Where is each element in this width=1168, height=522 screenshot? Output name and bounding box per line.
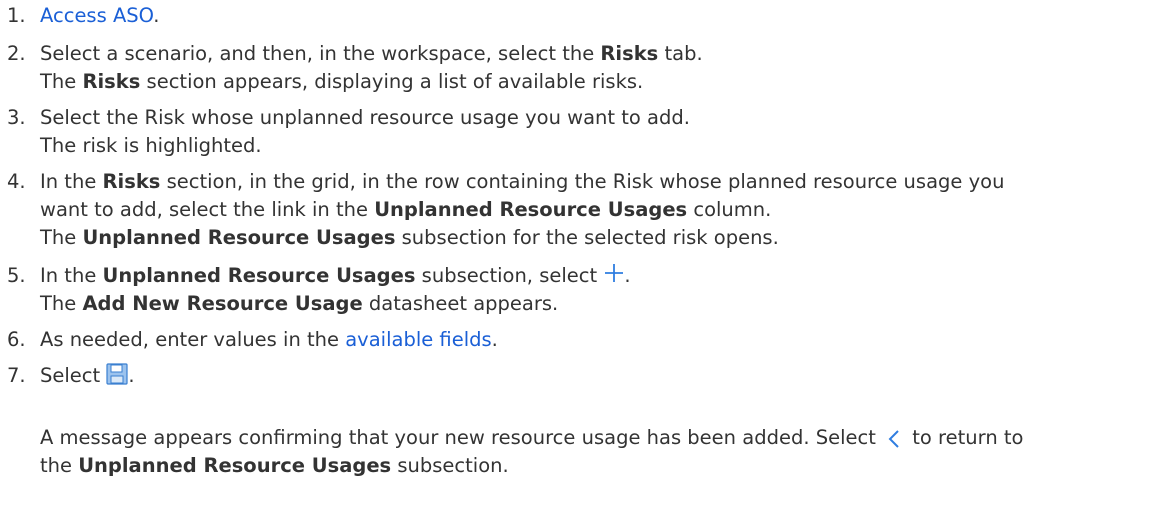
plus-icon	[604, 263, 624, 283]
step-result: The Unplanned Resource Usages subsection…	[40, 226, 779, 249]
access-aso-link[interactable]: Access ASO	[40, 4, 153, 27]
step-result: The risk is highlighted.	[40, 134, 262, 157]
step-number: 2.	[7, 42, 26, 65]
step-result: A message appears confirming that your n…	[40, 426, 1024, 449]
step-text: want to add, select the link in the Unpl…	[40, 198, 772, 221]
step-text: Select the Risk whose unplanned resource…	[40, 106, 690, 129]
step-text: In the Unplanned Resource Usages subsect…	[40, 263, 631, 287]
step-number: 1.	[7, 4, 26, 27]
chevron-left-icon	[886, 429, 902, 449]
step-text: Select .	[40, 362, 135, 387]
step-number: 6.	[7, 328, 26, 351]
save-icon	[106, 362, 128, 385]
step-number: 3.	[7, 106, 26, 129]
step-text: In the Risks section, in the grid, in th…	[40, 170, 1005, 193]
available-fields-link[interactable]: available fields	[345, 328, 491, 351]
step-result: The Risks section appears, displaying a …	[40, 70, 644, 93]
step-text: Select a scenario, and then, in the work…	[40, 42, 703, 65]
step-number: 7.	[7, 364, 26, 387]
step-result: The Add New Resource Usage datasheet app…	[40, 292, 559, 315]
step-result: the Unplanned Resource Usages subsection…	[40, 454, 509, 477]
step-number: 4.	[7, 170, 26, 193]
step-number: 5.	[7, 264, 26, 287]
